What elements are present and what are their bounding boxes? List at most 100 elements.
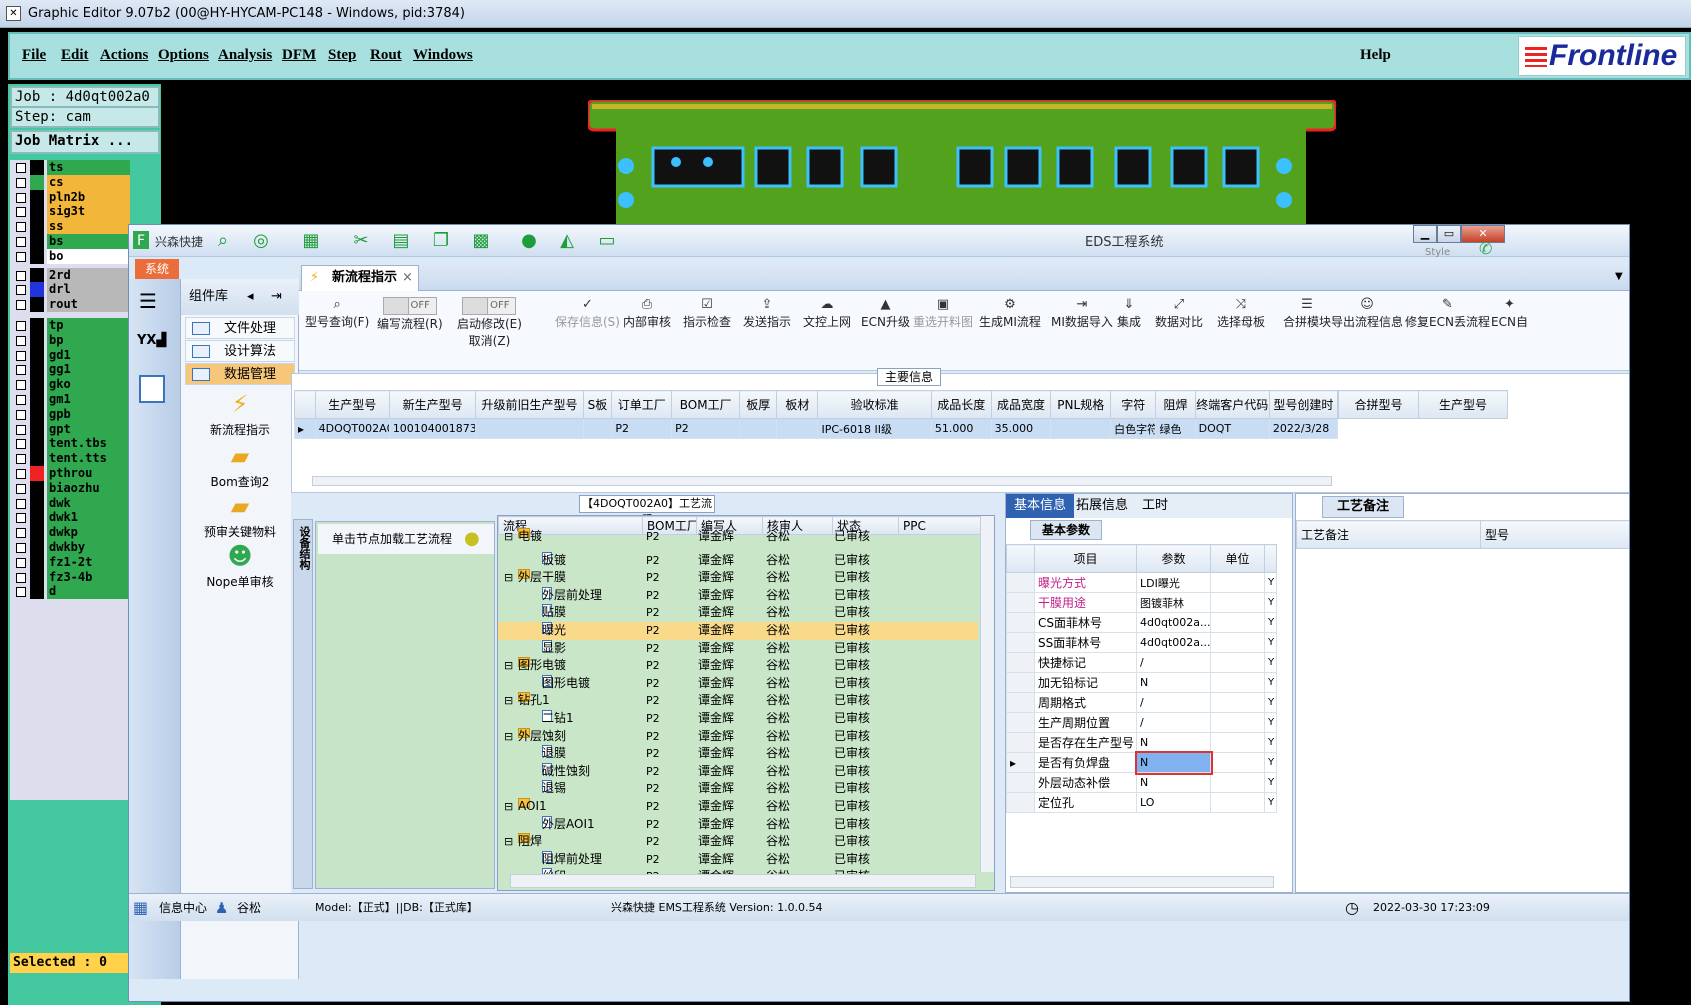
main-cell[interactable] [739, 418, 778, 439]
layer-row[interactable]: dwkp [10, 525, 130, 541]
param-value[interactable]: N [1134, 750, 1213, 775]
tree-row[interactable]: 退膜 P2 谭金辉 谷松 已审核 [498, 745, 978, 763]
layer-checkbox[interactable] [16, 409, 26, 420]
nav-data-management[interactable]: 数据管理 [185, 363, 295, 385]
param-row[interactable]: 曝光方式 LDI曝光 Y [1006, 572, 1277, 593]
calculator-icon[interactable] [139, 375, 165, 403]
layer-row[interactable]: bs [10, 234, 130, 250]
tree-row[interactable]: 曝光 P2 谭金辉 谷松 已审核 [498, 622, 978, 640]
layer-row[interactable]: fz3-4b [10, 569, 130, 586]
layer-row[interactable]: 2rd [10, 267, 130, 284]
tab-work-hours[interactable]: 工时 [1134, 494, 1176, 518]
main-col-header[interactable]: 字符 [1110, 390, 1157, 419]
layer-row[interactable]: sig3t [10, 204, 130, 220]
main-cell[interactable]: 4DOQT002A0 [314, 418, 390, 439]
layer-checkbox[interactable] [16, 513, 26, 524]
layer-row[interactable]: gm1 [10, 392, 130, 408]
menu-edit[interactable]: Edit [61, 47, 89, 64]
main-cell[interactable] [1050, 418, 1112, 439]
tree-row[interactable]: ⊟ AOI1 P2 谭金辉 谷松 已审核 [498, 798, 978, 816]
expand-toggle-icon[interactable]: ⊟ [504, 728, 513, 745]
expand-toggle-icon[interactable]: ⊟ [504, 569, 513, 586]
phone-icon[interactable]: ✆ [1479, 239, 1492, 258]
ribbon-button-16[interactable]: ☺ 导出流程信息 [1331, 295, 1403, 330]
main-col-header[interactable]: 新生产型号 [388, 390, 477, 419]
tree-row[interactable]: 显影 P2 谭金辉 谷松 已审核 [498, 639, 978, 658]
main-col-header[interactable]: 生产型号 [314, 390, 390, 419]
nav-nope-review[interactable]: ☻ Nope单审核 [181, 541, 299, 590]
main-col-header[interactable]: 升级前旧生产型号 [475, 390, 584, 419]
scissors-icon[interactable]: ✂ [351, 231, 371, 251]
note-tab[interactable]: 工艺备注 [1322, 496, 1404, 518]
menu-actions[interactable]: Actions [100, 47, 148, 64]
layer-row[interactable]: dwk [10, 495, 130, 512]
param-hscroll[interactable] [1010, 876, 1274, 888]
search-icon[interactable]: ⌕ [213, 231, 233, 251]
param-value[interactable]: N [1136, 772, 1211, 793]
param-row[interactable]: 生产周期位置 / Y [1006, 712, 1277, 733]
user-icon[interactable]: ● [519, 231, 539, 251]
layer-row[interactable]: drl [10, 282, 130, 298]
layer-checkbox[interactable] [16, 439, 26, 450]
layer-checkbox[interactable] [16, 557, 26, 568]
layer-row[interactable]: dwk1 [10, 510, 130, 526]
layer-checkbox[interactable] [16, 222, 26, 233]
nav-bom-query[interactable]: ▰ Bom查询2 [181, 441, 299, 490]
yx-factory-icon[interactable]: YX▟ [137, 333, 167, 363]
hamburger-icon[interactable]: ☰ [139, 289, 163, 313]
param-value[interactable]: LO [1136, 792, 1211, 813]
ribbon-button-14[interactable]: ⤨ 选择母板 [1217, 295, 1265, 330]
main-col-header[interactable]: 型号创建时 [1268, 390, 1339, 419]
layer-row[interactable]: tent.tts [10, 451, 130, 467]
ribbon-button-0[interactable]: ⌕ 型号查询(F) [305, 295, 369, 330]
main-cell[interactable] [776, 418, 819, 439]
style-menu[interactable]: Style [1425, 247, 1450, 258]
main-cell[interactable] [582, 418, 613, 439]
expand-toggle-icon[interactable]: ⊟ [504, 657, 513, 674]
device-structure-tab[interactable]: 设备结构 [293, 519, 313, 889]
expand-toggle-icon[interactable]: ⊟ [504, 692, 513, 709]
info-center-icon[interactable]: ▦ [133, 894, 148, 922]
ribbon-button-17[interactable]: ✎ 修复ECN丢流程 [1405, 295, 1490, 330]
load-process-hint[interactable]: 单击节点加载工艺流程 ● [318, 524, 494, 554]
layer-checkbox[interactable] [16, 498, 26, 509]
tree-row[interactable]: ⊟ 外层干膜 P2 谭金辉 谷松 已审核 [498, 569, 978, 587]
ribbon-button-10[interactable]: ⚙ 生成MI流程 [979, 295, 1041, 330]
main-cell[interactable]: 白色字符 [1110, 418, 1157, 439]
layer-row[interactable]: rout [10, 297, 130, 313]
tab-new-process[interactable]: ⚡ 新流程指示 × [301, 265, 419, 291]
main-cell[interactable]: IPC-6018 II级 [817, 418, 932, 439]
layer-checkbox[interactable] [16, 270, 26, 281]
layer-checkbox[interactable] [16, 469, 26, 479]
param-value[interactable]: N [1136, 732, 1211, 753]
job-matrix-button[interactable]: Job Matrix ... [10, 130, 160, 154]
layer-checkbox[interactable] [16, 528, 26, 539]
chart-icon[interactable]: ◭ [557, 231, 577, 251]
menu-dfm[interactable]: DFM [282, 47, 316, 64]
nav-prereview[interactable]: ▰ 预审关键物料 [181, 491, 299, 540]
layer-row[interactable]: cs [10, 174, 130, 191]
layer-checkbox[interactable] [16, 192, 26, 203]
layer-row[interactable]: gpb [10, 406, 130, 423]
ribbon-button-8[interactable]: ▲ ECN升级 [861, 295, 910, 330]
layer-checkbox[interactable] [16, 300, 26, 311]
tree-row[interactable]: 碱性蚀刻 P2 谭金辉 谷松 已审核 [498, 762, 978, 781]
main-col-header[interactable]: 验收标准 [817, 390, 932, 419]
toggle-switch[interactable]: OFF [462, 297, 517, 315]
nav-design-algorithm[interactable]: 设计算法 [185, 340, 295, 362]
param-value[interactable]: / [1136, 692, 1211, 713]
param-value[interactable]: / [1136, 652, 1211, 673]
tree-row[interactable]: 贴膜 P2 谭金辉 谷松 已审核 [498, 604, 978, 622]
ribbon-button-12[interactable]: ⇓ 集成 [1117, 295, 1141, 330]
tab-dropdown-icon[interactable]: ▼ [1615, 271, 1623, 282]
grid-icon[interactable]: ▩ [471, 231, 491, 251]
layer-row[interactable]: gpt [10, 421, 130, 438]
table-icon[interactable]: ▦ [301, 231, 321, 251]
layer-checkbox[interactable] [16, 285, 26, 296]
layer-checkbox[interactable] [16, 587, 26, 598]
param-row[interactable]: 快捷标记 / Y [1006, 652, 1277, 673]
tab-close-icon[interactable]: × [402, 266, 413, 290]
tree-vscroll[interactable] [980, 516, 994, 872]
layer-checkbox[interactable] [16, 350, 26, 361]
layer-checkbox[interactable] [16, 237, 26, 247]
